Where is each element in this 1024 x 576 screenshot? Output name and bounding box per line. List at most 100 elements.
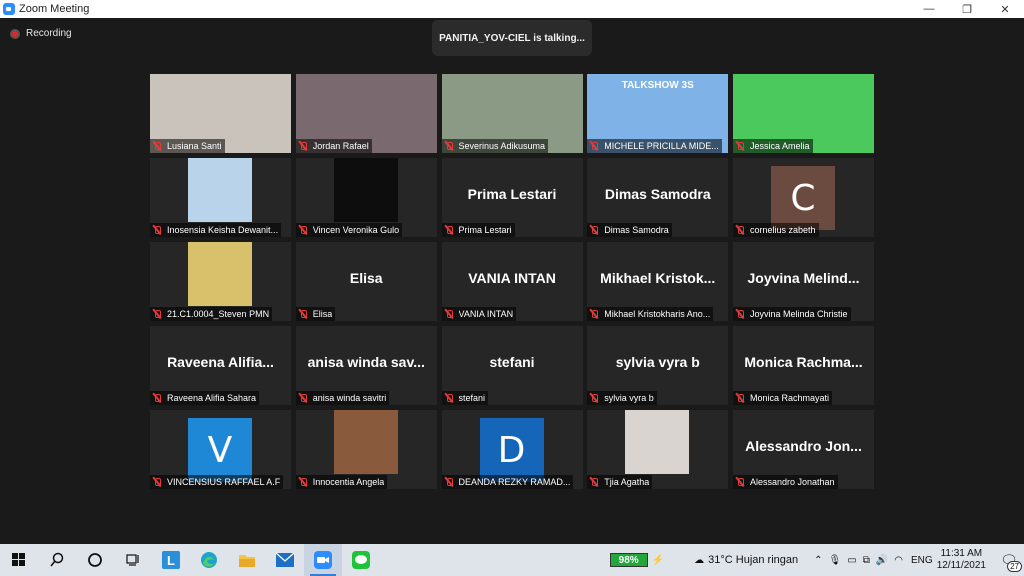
zoom-taskbar-icon[interactable] <box>304 544 342 576</box>
avatar: C <box>771 166 835 230</box>
participant-name-label: Elisa <box>295 307 336 321</box>
participant-name-label: VANIA INTAN <box>441 307 517 321</box>
clock-date: 12/11/2021 <box>936 560 986 571</box>
charging-icon: ⚡ <box>651 554 665 566</box>
battery-indicator[interactable]: 98% <box>609 553 648 567</box>
search-icon[interactable] <box>38 544 76 576</box>
participant-tile[interactable]: Vincen Veronika Gulo <box>295 158 437 237</box>
participant-name-label: Raveena Alifia Sahara <box>150 391 260 405</box>
mic-muted-icon <box>444 225 454 235</box>
participant-name-label: Vincen Veronika Gulo <box>295 223 403 237</box>
mic-muted-icon <box>444 393 454 403</box>
svg-text:L: L <box>167 553 175 568</box>
volume-icon[interactable]: 🔊 <box>876 555 888 566</box>
participant-name: DEANDA REZKY RAMAD... <box>458 477 571 487</box>
launcher-l-icon[interactable]: L <box>152 544 190 576</box>
participant-name-label: Dimas Samodra <box>587 223 672 237</box>
mail-icon[interactable] <box>266 544 304 576</box>
notification-center[interactable]: 🗨 27 <box>994 544 1024 576</box>
participant-tile[interactable]: Prima Lestari Prima Lestari <box>441 158 583 237</box>
participant-display-name: Dimas Samodra <box>604 186 711 202</box>
participant-name: Lusiana Santi <box>167 141 222 151</box>
meeting-stage: Recording PANITIA_YOV-CIEL is talking...… <box>0 18 1024 544</box>
clock[interactable]: 11:31 AM 12/11/2021 <box>937 548 986 572</box>
participant-tile[interactable]: VANIA INTAN VANIA INTAN <box>441 242 583 321</box>
minimize-button[interactable]: — <box>910 0 948 18</box>
participant-tile[interactable]: Jordan Rafael <box>295 74 437 153</box>
weather-text[interactable]: 31°C Hujan ringan <box>708 554 798 566</box>
restore-button[interactable]: ❐ <box>948 0 986 18</box>
show-hidden-icons-icon[interactable]: ⌃ <box>814 555 822 566</box>
participant-tile[interactable]: Elisa Elisa <box>295 242 437 321</box>
participant-name: anisa winda savitri <box>312 393 387 403</box>
participant-name: sylvia vyra b <box>604 393 654 403</box>
participant-name-label: Severinus Adikusuma <box>441 139 549 153</box>
participant-tile[interactable]: V VINCENSIUS RAFFAEL A.F <box>150 410 291 489</box>
participant-tile[interactable]: Raveena Alifia... Raveena Alifia Sahara <box>150 326 291 405</box>
cortana-icon[interactable] <box>76 544 114 576</box>
participant-tile[interactable]: Joyvina Melind... Joyvina Melinda Christi… <box>733 242 874 321</box>
participant-name: MICHELE PRICILLA MIDE... <box>604 141 719 151</box>
participant-display-name: stefani <box>489 354 535 370</box>
participant-display-name: Raveena Alifia... <box>167 354 274 370</box>
record-dot-icon <box>10 28 20 39</box>
participant-tile[interactable]: Alessandro Jon... Alessandro Jonathan <box>733 410 874 489</box>
avatar: D <box>479 418 544 482</box>
mic-muted-icon <box>735 393 745 403</box>
participant-tile[interactable]: D DEANDA REZKY RAMAD... <box>441 410 583 489</box>
zoom-app-icon <box>3 3 15 15</box>
mic-muted-icon <box>152 141 162 151</box>
participant-tile[interactable]: Dimas Samodra Dimas Samodra <box>587 158 729 237</box>
participant-name-label: Inosensia Keisha Dewanit... <box>150 223 282 237</box>
windows-start-icon[interactable] <box>0 544 38 576</box>
windows-taskbar: L 98% ⚡ ☁ 31°C Hujan ringan ⌃ 🎙 ▭ ⧉ 🔊 ◠ … <box>0 544 1024 576</box>
participant-tile[interactable]: Monica Rachma... Monica Rachmayati <box>733 326 874 405</box>
network-icon[interactable]: ▭ <box>847 555 856 566</box>
mic-muted-icon <box>735 141 745 151</box>
participant-display-name: Elisa <box>349 270 383 286</box>
participant-display-name: sylvia vyra b <box>615 354 700 370</box>
participant-tile[interactable]: Ccornelius zabeth <box>733 158 874 237</box>
participant-tile[interactable]: Inosensia Keisha Dewanit... <box>150 158 291 237</box>
language-indicator[interactable]: ENG <box>911 555 933 566</box>
participant-name-label: Monica Rachmayati <box>733 391 833 405</box>
recording-indicator[interactable]: Recording <box>10 28 72 39</box>
mic-muted-icon <box>298 141 308 151</box>
participant-tile[interactable]: Mikhael Kristok... Mikhael Kristokharis A… <box>587 242 729 321</box>
participant-name-label: Joyvina Melinda Christie <box>733 307 851 321</box>
line-app-icon[interactable] <box>342 544 380 576</box>
file-explorer-icon[interactable] <box>228 544 266 576</box>
participant-display-name: Mikhael Kristok... <box>600 270 716 286</box>
edge-browser-icon[interactable] <box>190 544 228 576</box>
mic-muted-icon <box>444 309 454 319</box>
participant-tile[interactable]: sylvia vyra b sylvia vyra b <box>587 326 729 405</box>
participant-display-name: Prima Lestari <box>467 186 557 202</box>
participant-tile[interactable]: 21.C1.0004_Steven PMN <box>150 242 291 321</box>
participant-tile[interactable]: Severinus Adikusuma <box>441 74 583 153</box>
close-button[interactable]: ✕ <box>986 0 1024 18</box>
participant-tile[interactable]: anisa winda sav... anisa winda savitri <box>295 326 437 405</box>
mic-muted-icon <box>152 477 162 487</box>
participant-tile[interactable]: Innocentia Angela <box>295 410 437 489</box>
participant-name-label: Jordan Rafael <box>295 139 372 153</box>
participant-name-label: Alessandro Jonathan <box>733 475 838 489</box>
task-view-icon[interactable] <box>114 544 152 576</box>
participant-tile[interactable]: TALKSHOW 3S MICHELE PRICILLA MIDE... <box>587 74 729 153</box>
participant-tile[interactable]: stefani stefani <box>441 326 583 405</box>
display-icon[interactable]: ⧉ <box>863 555 870 566</box>
weather-icon: ☁ <box>694 554 705 566</box>
video-overlay-text: TALKSHOW 3S <box>621 80 694 91</box>
participant-name: Severinus Adikusuma <box>458 141 546 151</box>
wifi-icon[interactable]: ◠ <box>894 555 903 566</box>
participant-name-label: 21.C1.0004_Steven PMN <box>150 307 273 321</box>
participant-tile[interactable]: Jessica Amelia <box>733 74 874 153</box>
participant-name: Inosensia Keisha Dewanit... <box>167 225 279 235</box>
participant-name: stefani <box>458 393 486 403</box>
participant-tile[interactable]: Tjia Agatha <box>587 410 729 489</box>
participant-name-label: Mikhael Kristokharis Ano... <box>587 307 714 321</box>
participant-tile[interactable]: Lusiana Santi <box>150 74 291 153</box>
mic-muted-icon <box>589 309 599 319</box>
mic-muted-icon <box>444 477 454 487</box>
microphone-icon[interactable]: 🎙 <box>829 555 842 566</box>
participant-display-name: Monica Rachma... <box>744 354 863 370</box>
